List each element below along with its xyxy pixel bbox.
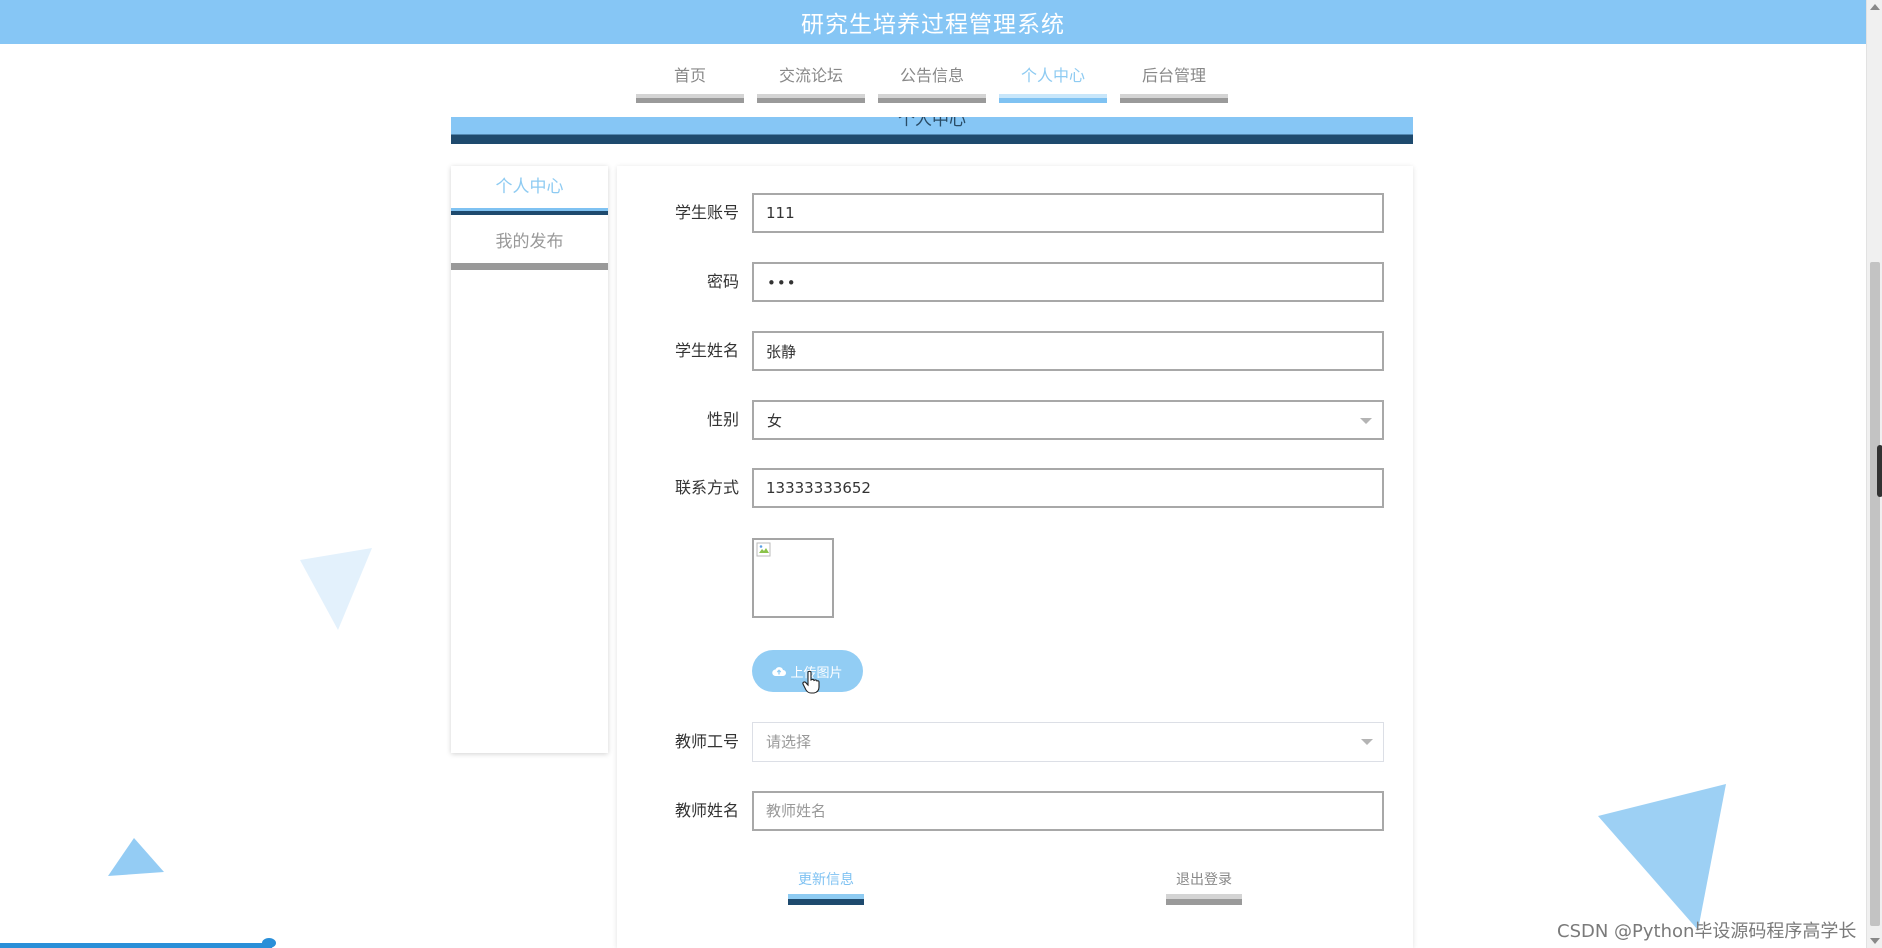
section-banner: 个人中心 (451, 117, 1413, 144)
nav-label: 交流论坛 (778, 66, 843, 85)
nav-item-admin[interactable]: 后台管理 (1120, 56, 1228, 108)
app-title: 研究生培养过程管理系统 (801, 12, 1065, 38)
name-row: 学生姓名 (617, 331, 1413, 371)
gender-label: 性别 (706, 410, 739, 429)
gender-select[interactable]: 女 (752, 400, 1384, 440)
name-input[interactable] (752, 331, 1384, 371)
app-header: 研究生培养过程管理系统 (0, 0, 1866, 44)
update-info-label: 更新信息 (798, 872, 854, 888)
update-info-underline (788, 894, 864, 905)
video-progress-handle[interactable] (262, 938, 276, 948)
nav-item-personal-center[interactable]: 个人中心 (999, 56, 1107, 108)
phone-label: 联系方式 (674, 478, 739, 497)
teacher-id-select[interactable]: 请选择 (752, 722, 1384, 762)
nav-label: 个人中心 (1020, 66, 1085, 85)
nav-underline (1120, 94, 1228, 103)
watermark: CSDN @Python毕设源码程序高学长 (1557, 921, 1857, 942)
logout-label: 退出登录 (1176, 872, 1232, 888)
page-scrollbar[interactable] (1866, 0, 1882, 948)
sidebar-item-label: 我的发布 (495, 232, 564, 252)
password-row: 密码 ••• (617, 262, 1413, 302)
nav-label: 首页 (673, 66, 706, 85)
decorative-triangle (1598, 784, 1726, 930)
sidebar-item-underline (451, 208, 608, 215)
teacher-name-row: 教师姓名 (617, 791, 1413, 831)
account-input[interactable] (752, 193, 1384, 233)
nav-item-home[interactable]: 首页 (636, 56, 744, 108)
hand-cursor-icon (802, 670, 820, 694)
teacher-id-label: 教师工号 (674, 732, 739, 751)
avatar-preview (752, 538, 834, 618)
gender-value: 女 (767, 412, 783, 430)
teacher-id-row: 教师工号 请选择 (617, 722, 1413, 762)
nav-underline (636, 94, 744, 103)
password-label: 密码 (706, 272, 739, 291)
gender-row: 性别 女 (617, 400, 1413, 440)
decorative-triangle (300, 548, 372, 630)
sidebar-item-personal-center[interactable]: 个人中心 (451, 166, 608, 221)
nav-underline (999, 94, 1107, 103)
name-label: 学生姓名 (674, 341, 739, 360)
profile-form-panel: 学生账号 密码 ••• 学生姓名 性别 女 联系方式 上传 (617, 166, 1413, 948)
sidebar: 个人中心 我的发布 (451, 166, 608, 753)
section-banner-title: 个人中心 (898, 117, 966, 130)
nav-label: 后台管理 (1141, 66, 1206, 85)
nav-item-forum[interactable]: 交流论坛 (757, 56, 865, 108)
nav-item-announcements[interactable]: 公告信息 (878, 56, 986, 108)
nav-label: 公告信息 (899, 66, 964, 85)
sidebar-item-label: 个人中心 (495, 177, 564, 197)
main-nav: 首页 交流论坛 公告信息 个人中心 后台管理 (636, 56, 1228, 108)
scroll-marker (1877, 445, 1882, 497)
video-progress-bar[interactable] (0, 943, 272, 948)
teacher-id-placeholder: 请选择 (766, 733, 812, 751)
sidebar-item-my-posts[interactable]: 我的发布 (451, 221, 608, 276)
cloud-upload-icon (772, 667, 787, 676)
account-label: 学生账号 (674, 203, 739, 222)
teacher-name-label: 教师姓名 (674, 801, 739, 820)
teacher-name-input[interactable] (752, 791, 1384, 831)
logout-underline (1166, 894, 1242, 905)
decorative-triangle (108, 838, 164, 876)
chevron-down-icon (1360, 418, 1372, 424)
password-input[interactable]: ••• (752, 262, 1384, 302)
nav-underline (757, 94, 865, 103)
sidebar-item-underline (451, 263, 608, 270)
phone-input[interactable] (752, 468, 1384, 508)
broken-image-icon (756, 542, 771, 557)
chevron-down-icon (1361, 739, 1373, 745)
password-value: ••• (767, 274, 797, 292)
scroll-down-icon[interactable] (1870, 938, 1880, 944)
logout-button[interactable]: 退出登录 (1166, 866, 1242, 905)
scroll-up-icon[interactable] (1870, 4, 1880, 10)
account-row: 学生账号 (617, 193, 1413, 233)
scroll-thumb[interactable] (1870, 262, 1880, 926)
update-info-button[interactable]: 更新信息 (788, 866, 864, 905)
phone-row: 联系方式 (617, 468, 1413, 508)
nav-underline (878, 94, 986, 103)
